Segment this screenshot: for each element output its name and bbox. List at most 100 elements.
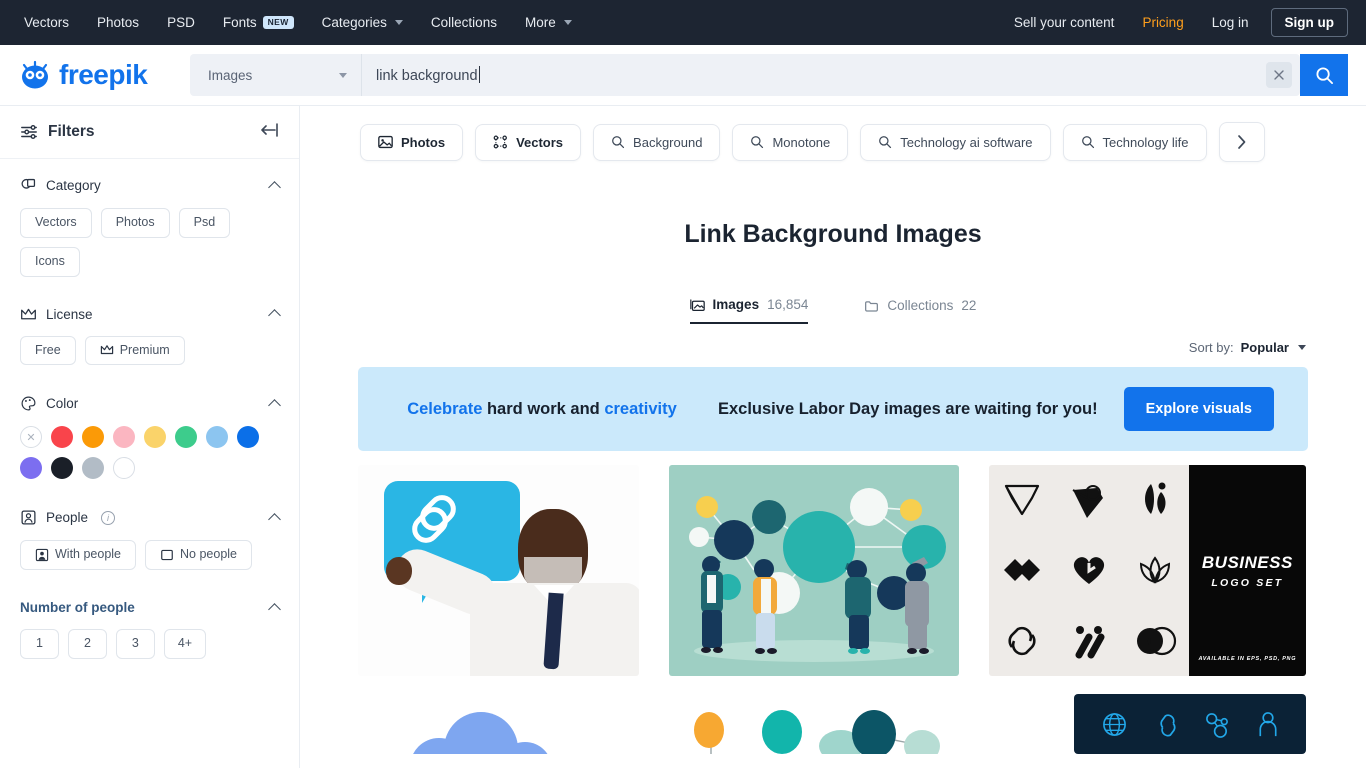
nav-item-psd[interactable]: PSD bbox=[153, 0, 209, 45]
nav-label: More bbox=[524, 15, 556, 30]
chevron-right-icon bbox=[1238, 135, 1246, 149]
chip-people-1[interactable]: 1 bbox=[20, 629, 59, 659]
filter-group-people-header[interactable]: People i bbox=[20, 509, 281, 526]
chevron-up-icon bbox=[268, 309, 281, 322]
info-icon[interactable]: i bbox=[101, 510, 116, 525]
color-swatch-black[interactable] bbox=[51, 457, 73, 480]
network-illustration bbox=[689, 488, 946, 662]
chip-photos[interactable]: Photos bbox=[100, 208, 170, 238]
chip-no-people[interactable]: No people bbox=[145, 540, 253, 571]
suggestion-technology-life[interactable]: Technology life bbox=[1062, 123, 1207, 161]
color-swatch-blue[interactable] bbox=[237, 426, 259, 449]
result-card-blue-cloud-graphic[interactable] bbox=[358, 694, 639, 754]
chip-psd[interactable]: Psd bbox=[178, 208, 231, 238]
promo-banner: Celebrate hard work and creativity Exclu… bbox=[358, 367, 1308, 451]
filter-group-color-header[interactable]: Color bbox=[20, 395, 281, 412]
sell-your-content-link[interactable]: Sell your content bbox=[1000, 15, 1129, 30]
filter-group-color: Color ✕ bbox=[0, 365, 299, 480]
suggestion-monotone[interactable]: Monotone bbox=[732, 123, 849, 161]
suggestion-vectors[interactable]: Vectors bbox=[475, 123, 582, 161]
suggestion-label: Photos bbox=[401, 134, 446, 150]
nav-label: PSD bbox=[167, 15, 195, 30]
filter-group-category-header[interactable]: Category bbox=[20, 177, 281, 194]
search-type-select[interactable]: Images bbox=[190, 54, 362, 96]
freepik-logo[interactable]: freepik bbox=[18, 59, 190, 91]
page-title: Link Background Images bbox=[684, 220, 982, 248]
license-chips: Free Premium bbox=[20, 335, 279, 366]
login-link[interactable]: Log in bbox=[1198, 15, 1263, 30]
suggestions-next-button[interactable] bbox=[1218, 122, 1265, 162]
result-tabs: Images 16,854 Collections 22 bbox=[300, 297, 1366, 324]
color-swatch-red[interactable] bbox=[51, 426, 73, 449]
filter-group-number-header[interactable]: Number of people bbox=[20, 600, 281, 616]
chevron-up-icon bbox=[268, 180, 281, 194]
sort-value[interactable]: Popular bbox=[1241, 340, 1289, 355]
crown-icon bbox=[100, 345, 113, 355]
result-card-business-logo-set[interactable]: BUSINESS LOGO SET AVAILABLE IN EPS, PSD,… bbox=[989, 465, 1306, 676]
suggestion-photos[interactable]: Photos bbox=[360, 123, 464, 161]
filters-header: Filters bbox=[0, 106, 299, 159]
color-swatch-pink[interactable] bbox=[113, 426, 135, 449]
chip-icons[interactable]: Icons bbox=[20, 246, 80, 277]
chip-people-2[interactable]: 2 bbox=[67, 629, 107, 659]
result-card-dark-tech-icons-card[interactable] bbox=[1074, 694, 1306, 754]
chip-people-4plus[interactable]: 4+ bbox=[163, 629, 207, 659]
people-chips: With people No people bbox=[20, 540, 279, 571]
collapse-sidebar-button[interactable] bbox=[259, 122, 279, 142]
chip-premium[interactable]: Premium bbox=[84, 335, 185, 366]
color-swatch-gray[interactable] bbox=[82, 457, 104, 480]
filter-group-title: Number of people bbox=[20, 600, 135, 616]
filters-icon bbox=[21, 124, 37, 140]
chip-label: Premium bbox=[119, 342, 170, 357]
link-icon bbox=[412, 495, 456, 543]
search-submit-button[interactable] bbox=[1300, 54, 1348, 96]
tab-images[interactable]: Images 16,854 bbox=[689, 297, 809, 324]
signup-button[interactable]: Sign up bbox=[1270, 8, 1348, 37]
nav-item-photos[interactable]: Photos bbox=[83, 0, 153, 45]
logo-set-subtitle: LOGO SET bbox=[1211, 576, 1284, 589]
crown-icon bbox=[21, 308, 36, 319]
palette-icon bbox=[21, 396, 36, 411]
close-icon bbox=[1274, 70, 1284, 80]
nav-item-categories[interactable]: Categories bbox=[308, 0, 417, 45]
color-swatch-light-blue[interactable] bbox=[206, 426, 228, 449]
diamond-logo-icon bbox=[1005, 485, 1040, 516]
chevron-down-icon[interactable] bbox=[1298, 345, 1306, 350]
nav-item-more[interactable]: More bbox=[511, 0, 586, 45]
suggestion-background[interactable]: Background bbox=[593, 123, 721, 161]
color-swatch-clear[interactable]: ✕ bbox=[20, 426, 42, 449]
chip-free[interactable]: Free bbox=[20, 335, 76, 366]
nav-item-fonts[interactable]: Fonts NEW bbox=[209, 0, 308, 45]
pricing-link[interactable]: Pricing bbox=[1128, 15, 1197, 30]
color-swatch-yellow[interactable] bbox=[144, 426, 166, 449]
nav-item-vectors[interactable]: Vectors bbox=[18, 0, 83, 45]
color-swatch-white[interactable] bbox=[113, 457, 135, 480]
search-input[interactable]: link background bbox=[362, 54, 1266, 96]
collapse-panel-icon bbox=[261, 122, 278, 137]
search-bar: freepik Images link background bbox=[0, 45, 1366, 106]
freepik-mascot-icon bbox=[22, 60, 48, 89]
result-card-people-network-illustration[interactable] bbox=[669, 465, 959, 676]
tab-collections[interactable]: Collections 22 bbox=[864, 297, 976, 324]
category-chips: Vectors Photos Psd Icons bbox=[20, 208, 279, 277]
filter-group-license-header[interactable]: License bbox=[20, 307, 281, 322]
suggestion-technology-ai-software[interactable]: Technology ai software bbox=[860, 123, 1051, 161]
result-card-network-nodes-graphic[interactable] bbox=[669, 694, 959, 754]
color-swatch-purple[interactable] bbox=[20, 457, 42, 480]
top-nav-account-links: Sell your content Pricing Log in Sign up bbox=[1000, 8, 1348, 37]
filter-group-number-of-people: Number of people 1 2 3 4+ bbox=[0, 570, 299, 659]
circles-logo-icon bbox=[1137, 626, 1177, 655]
chip-people-3[interactable]: 3 bbox=[115, 629, 155, 659]
clear-search-button[interactable] bbox=[1266, 62, 1292, 88]
promo-headline-left: Celebrate hard work and creativity bbox=[392, 398, 692, 421]
color-swatch-orange[interactable] bbox=[82, 426, 104, 449]
chip-with-people[interactable]: With people bbox=[20, 540, 137, 571]
result-card-man-holding-link-speech-bubble[interactable] bbox=[358, 465, 639, 676]
text-cursor bbox=[478, 66, 480, 83]
nav-item-collections[interactable]: Collections bbox=[417, 0, 511, 45]
filters-sidebar: Filters Category Vectors Photos Psd Icon… bbox=[0, 106, 300, 768]
color-swatch-green[interactable] bbox=[175, 426, 197, 449]
sort-label: Sort by: bbox=[1188, 340, 1234, 355]
explore-visuals-button[interactable]: Explore visuals bbox=[1123, 387, 1274, 431]
chip-vectors[interactable]: Vectors bbox=[20, 208, 92, 238]
